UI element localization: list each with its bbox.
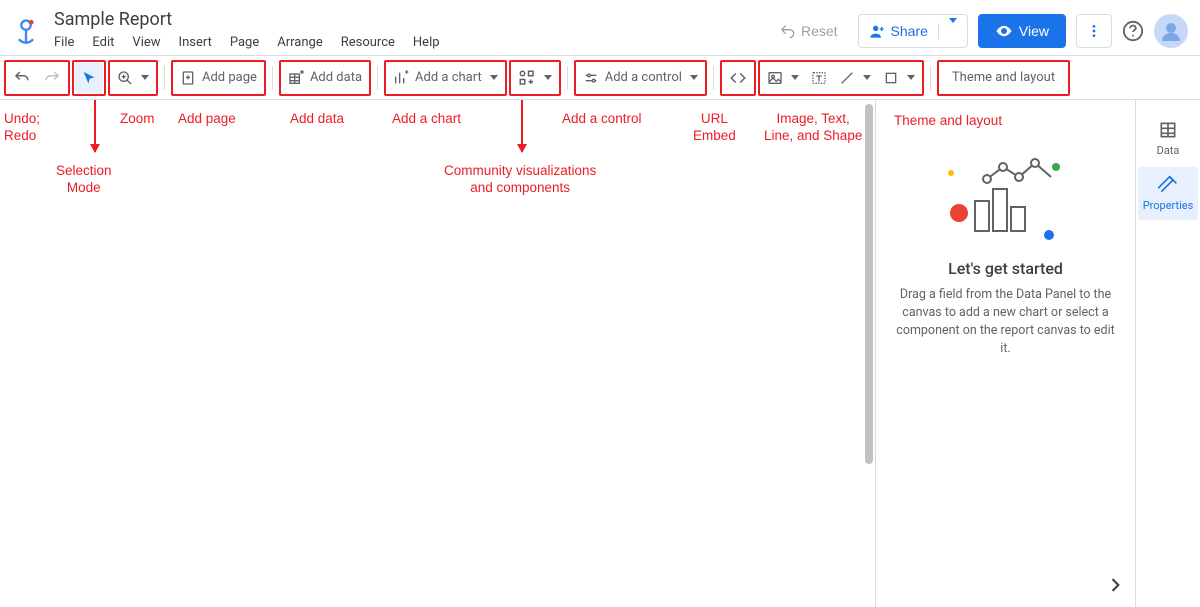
url-embed-button[interactable]	[723, 63, 753, 93]
undo-redo-group	[4, 60, 70, 96]
zoom-group	[108, 60, 158, 96]
scrollbar[interactable]	[865, 104, 873, 464]
add-control-button[interactable]: Add a control	[577, 63, 704, 93]
more-options-button[interactable]	[1076, 14, 1112, 48]
add-data-label: Add data	[310, 70, 362, 85]
menu-view[interactable]: View	[124, 33, 168, 52]
sidepanel: Theme and layout Let's get started Drag …	[876, 100, 1136, 607]
annot-add-chart: Add a chart	[392, 110, 461, 127]
menu-file[interactable]: File	[54, 33, 82, 52]
add-page-group: Add page	[171, 60, 266, 96]
rail-properties-tab[interactable]: Properties	[1138, 167, 1198, 220]
menu-insert[interactable]: Insert	[171, 33, 220, 52]
image-button[interactable]	[761, 63, 805, 93]
right-rail: Data Properties	[1136, 100, 1200, 607]
help-icon[interactable]	[1122, 20, 1144, 42]
divider	[272, 66, 273, 90]
share-label: Share	[891, 23, 928, 39]
header-actions: Reset Share View	[769, 14, 1188, 48]
avatar[interactable]	[1154, 14, 1188, 48]
annot-undo-redo: Undo; Redo	[4, 110, 40, 144]
app-logo-icon	[12, 17, 40, 45]
add-control-group: Add a control	[574, 60, 707, 96]
divider	[930, 66, 931, 90]
title-area: Sample Report File Edit View Insert Page…	[54, 9, 769, 52]
view-button[interactable]: View	[978, 14, 1066, 48]
add-chart-group: Add a chart	[384, 60, 507, 96]
url-embed-group	[720, 60, 756, 96]
divider	[713, 66, 714, 90]
add-page-label: Add page	[202, 70, 257, 85]
undo-button[interactable]	[7, 63, 37, 93]
community-viz-button[interactable]	[512, 63, 558, 93]
text-button[interactable]	[805, 63, 833, 93]
menu-edit[interactable]: Edit	[84, 33, 122, 52]
person-plus-icon	[869, 23, 885, 39]
annot-community: Community visualizations and components	[444, 162, 596, 196]
sidepanel-body: Drag a field from the Data Panel to the …	[886, 286, 1125, 358]
menu-resource[interactable]: Resource	[333, 33, 403, 52]
view-label: View	[1019, 23, 1049, 39]
annot-image-text: Image, Text, Line, and Shape	[764, 110, 862, 144]
doc-title[interactable]: Sample Report	[54, 9, 769, 31]
redo-button[interactable]	[37, 63, 67, 93]
chevron-down-icon	[791, 75, 799, 80]
shape-button[interactable]	[877, 63, 921, 93]
eye-icon	[995, 22, 1013, 40]
community-viz-group	[509, 60, 561, 96]
divider	[567, 66, 568, 90]
annot-zoom: Zoom	[120, 110, 155, 127]
divider	[164, 66, 165, 90]
chevron-down-icon	[544, 75, 552, 80]
chevron-down-icon	[141, 75, 149, 80]
annot-add-control: Add a control	[562, 110, 642, 127]
zoom-button[interactable]	[111, 63, 155, 93]
theme-layout-group: Theme and layout	[937, 60, 1070, 96]
arrow-icon	[521, 100, 523, 152]
annot-url-embed: URL Embed	[693, 110, 736, 144]
rail-data-tab[interactable]: Data	[1138, 112, 1198, 165]
add-data-button[interactable]: Add data	[282, 63, 368, 93]
sidepanel-next-button[interactable]	[1105, 575, 1125, 595]
add-data-group: Add data	[279, 60, 371, 96]
chevron-down-icon	[690, 75, 698, 80]
chevron-down-icon	[490, 75, 498, 80]
kebab-icon	[1086, 23, 1102, 39]
reset-button[interactable]: Reset	[769, 14, 848, 48]
annot-selection: Selection Mode	[56, 162, 112, 196]
share-caret[interactable]	[938, 23, 957, 39]
line-button[interactable]	[833, 63, 877, 93]
chevron-down-icon	[863, 75, 871, 80]
menubar: File Edit View Insert Page Arrange Resou…	[54, 33, 769, 52]
app-header: Sample Report File Edit View Insert Page…	[0, 0, 1200, 56]
menu-arrange[interactable]: Arrange	[269, 33, 330, 52]
toolbar: Add page Add data Add a chart Add a cont…	[0, 56, 1200, 100]
canvas[interactable]: Undo; Redo Selection Mode Zoom Add page …	[0, 100, 876, 607]
add-chart-button[interactable]: Add a chart	[387, 63, 504, 93]
menu-help[interactable]: Help	[405, 33, 448, 52]
chevron-down-icon	[907, 75, 915, 80]
annot-add-page: Add page	[178, 110, 236, 127]
sidepanel-title: Let's get started	[948, 259, 1063, 278]
getting-started-illustration-icon	[941, 153, 1071, 243]
undo-arrow-icon	[779, 23, 795, 39]
add-control-label: Add a control	[605, 70, 682, 85]
menu-page[interactable]: Page	[222, 33, 267, 52]
selection-button[interactable]	[75, 63, 103, 93]
rail-data-label: Data	[1157, 144, 1180, 157]
reset-label: Reset	[801, 23, 838, 39]
workspace: Undo; Redo Selection Mode Zoom Add page …	[0, 100, 1200, 607]
selection-group	[72, 60, 106, 96]
arrow-icon	[94, 100, 96, 152]
add-page-button[interactable]: Add page	[174, 63, 263, 93]
theme-layout-button[interactable]: Theme and layout	[940, 63, 1067, 93]
divider	[377, 66, 378, 90]
add-chart-label: Add a chart	[415, 70, 482, 85]
annot-add-data: Add data	[290, 110, 344, 127]
annot-theme-layout: Theme and layout	[886, 112, 1002, 129]
image-text-shape-group	[758, 60, 924, 96]
theme-layout-label: Theme and layout	[952, 70, 1055, 85]
share-button[interactable]: Share	[858, 14, 968, 48]
rail-properties-label: Properties	[1143, 199, 1194, 212]
